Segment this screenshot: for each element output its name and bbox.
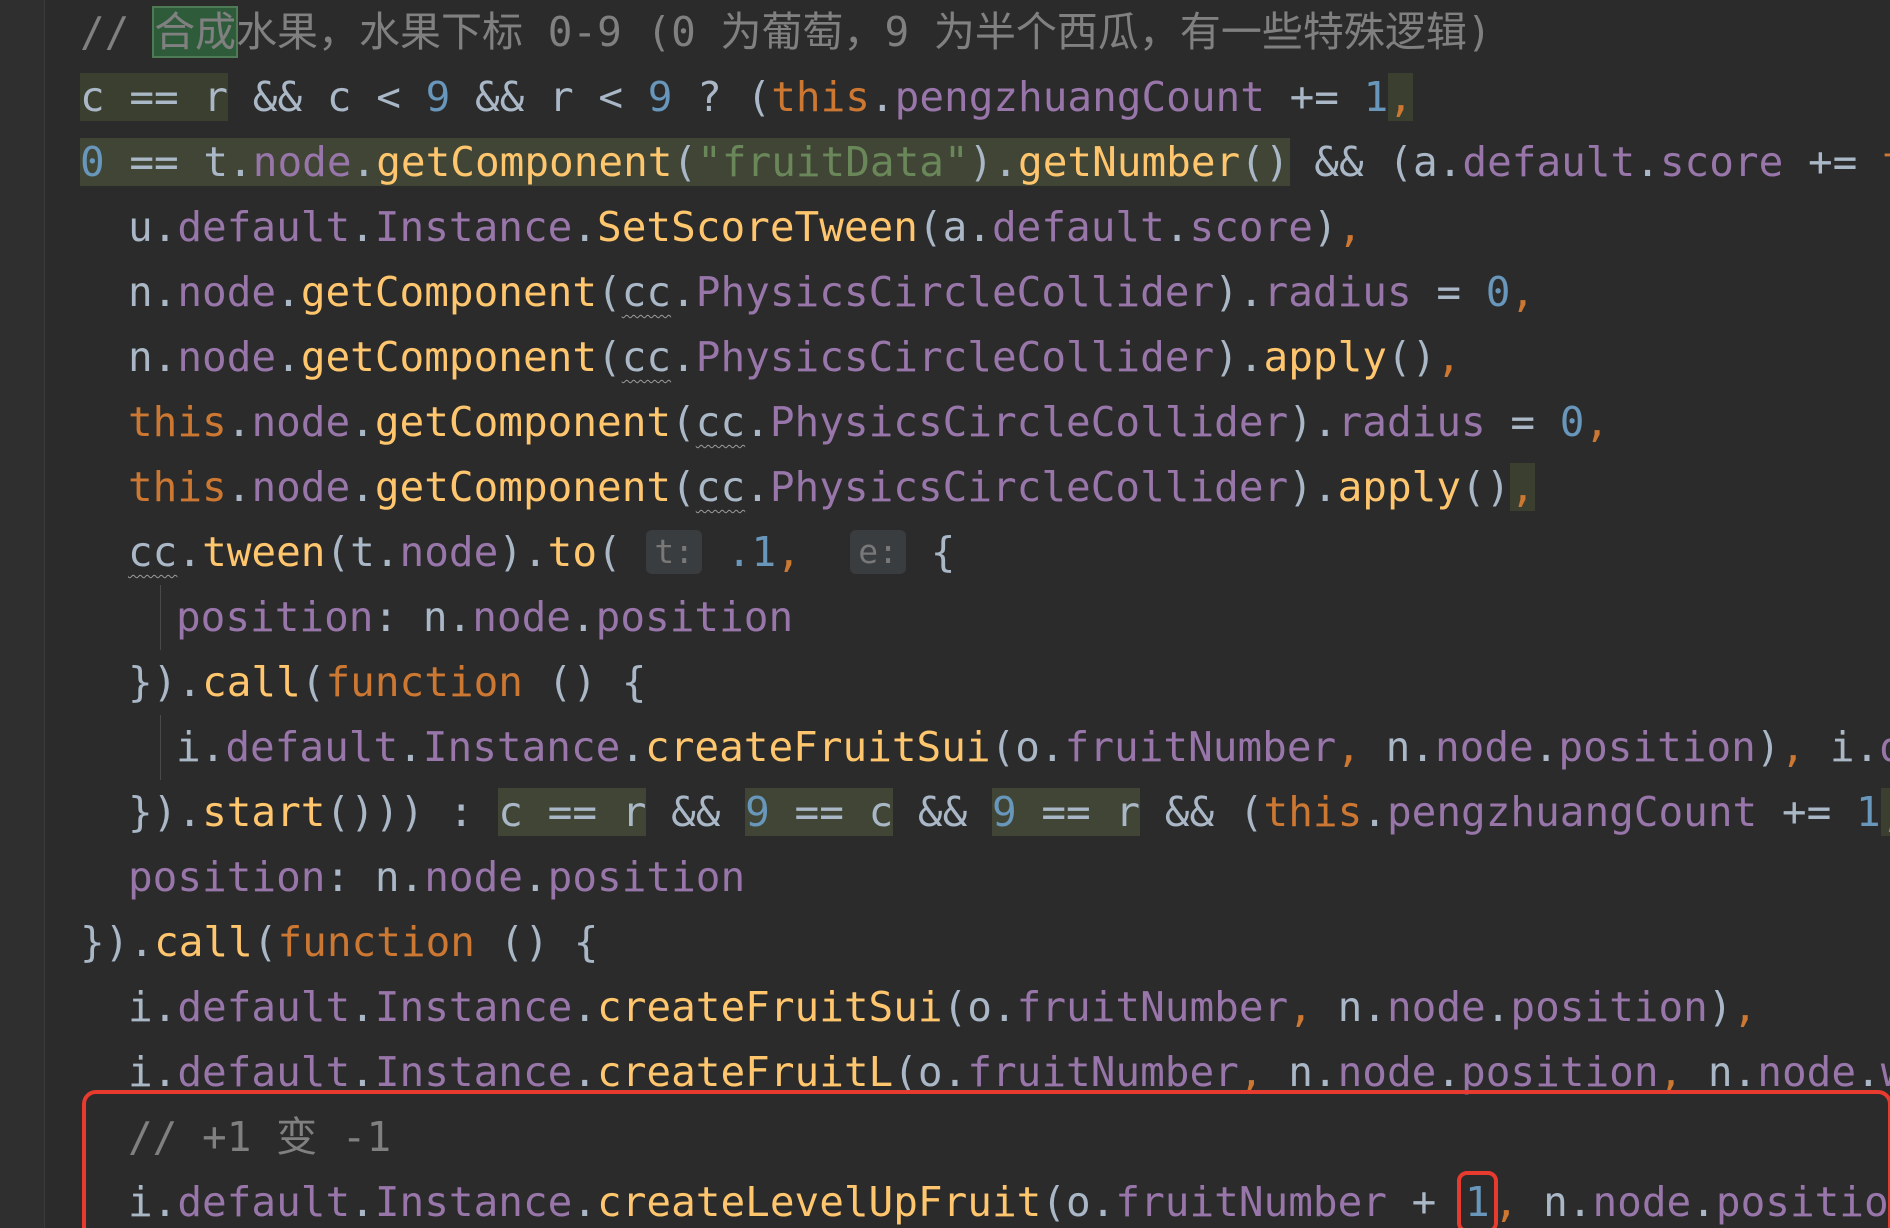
code-line[interactable]: c == r && c < 9 && r < 9 ? (this.pengzhu…: [80, 65, 1890, 130]
code-line[interactable]: }).start())) : c == r && 9 == c && 9 == …: [80, 780, 1890, 845]
selected-text[interactable]: 合成: [152, 6, 239, 58]
comment-prefix: //: [80, 8, 155, 56]
code-line-comment[interactable]: // 合成水果，水果下标 0-9 (0 为葡萄，9 为半个西瓜，有一些特殊逻辑): [80, 0, 1890, 65]
param-hint-t: t:: [646, 530, 703, 574]
annotation-highlight-box: [82, 1090, 1890, 1228]
code-line[interactable]: i.default.Instance.createFruitSui(o.frui…: [80, 715, 1890, 780]
code-area[interactable]: // 合成水果，水果下标 0-9 (0 为葡萄，9 为半个西瓜，有一些特殊逻辑)…: [80, 0, 1890, 1228]
code-line[interactable]: this.node.getComponent(cc.PhysicsCircleC…: [80, 455, 1890, 520]
code-line[interactable]: n.node.getComponent(cc.PhysicsCircleColl…: [80, 260, 1890, 325]
code-line[interactable]: position: n.node.position: [80, 845, 1890, 910]
code-line[interactable]: 0 == t.node.getComponent("fruitData").ge…: [80, 130, 1890, 195]
code-editor[interactable]: // 合成水果，水果下标 0-9 (0 为葡萄，9 为半个西瓜，有一些特殊逻辑)…: [0, 0, 1890, 1228]
code-line[interactable]: i.default.Instance.createFruitSui(o.frui…: [80, 975, 1890, 1040]
code-line[interactable]: cc.tween(t.node).to( t: .1, e: {: [80, 520, 1890, 585]
code-line[interactable]: n.node.getComponent(cc.PhysicsCircleColl…: [80, 325, 1890, 390]
code-line[interactable]: }).call(function () {: [80, 650, 1890, 715]
code-line[interactable]: this.node.getComponent(cc.PhysicsCircleC…: [80, 390, 1890, 455]
comment-text: 水果，水果下标 0-9 (0 为葡萄，9 为半个西瓜，有一些特殊逻辑): [236, 8, 1492, 56]
code-line[interactable]: }).call(function () {: [80, 910, 1890, 975]
code-line[interactable]: position: n.node.position: [80, 585, 1890, 650]
param-hint-e: e:: [850, 530, 907, 574]
code-line[interactable]: u.default.Instance.SetScoreTween(a.defau…: [80, 195, 1890, 260]
editor-gutter: [0, 0, 45, 1228]
